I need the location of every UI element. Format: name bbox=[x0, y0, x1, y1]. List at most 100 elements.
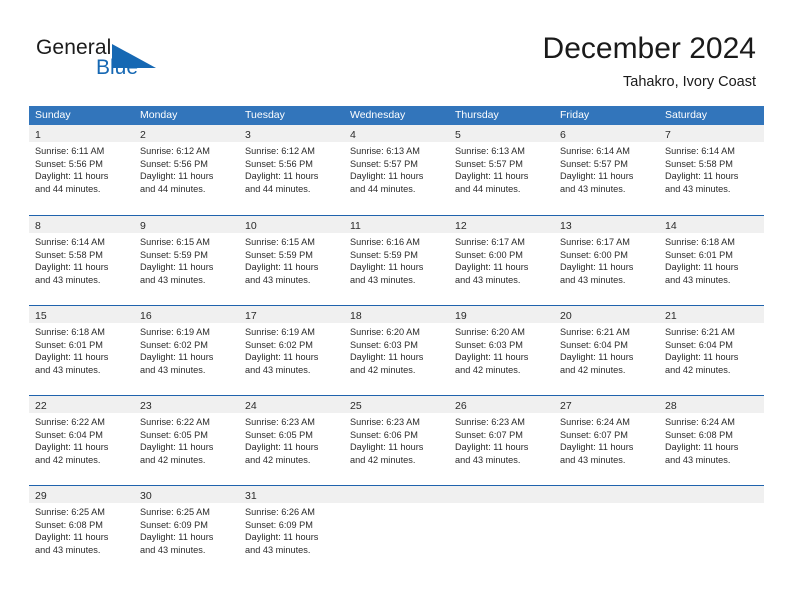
sunrise-time: Sunrise: 6:25 AM bbox=[35, 507, 105, 517]
daylight-duration-line1: Daylight: 11 hours bbox=[665, 352, 739, 363]
calendar-day-cell[interactable]: 5 Sunrise: 6:13 AM Sunset: 5:57 PM Daylight… bbox=[449, 125, 554, 215]
day-number-band: 26 bbox=[449, 396, 554, 413]
calendar-day-cell[interactable]: 24 Sunrise: 6:23 AM Sunset: 6:05 PM Dayligh… bbox=[239, 396, 344, 485]
day-sun-info: Sunrise: 6:22 AM Sunset: 6:05 PM Daylight:… bbox=[134, 413, 239, 466]
day-number-band: 20 bbox=[554, 306, 659, 323]
calendar-day-cell[interactable]: 8 Sunrise: 6:14 AM Sunset: 5:58 PM Daylight… bbox=[29, 216, 134, 305]
sunset-time: Sunset: 6:05 PM bbox=[140, 429, 208, 440]
calendar-day-cell[interactable]: 12 Sunrise: 6:17 AM Sunset: 6:00 PM Dayligh… bbox=[449, 216, 554, 305]
calendar-day-cell[interactable]: 23 Sunrise: 6:22 AM Sunset: 6:05 PM Dayligh… bbox=[134, 396, 239, 485]
day-sun-info: Sunrise: 6:14 AM Sunset: 5:57 PM Daylight:… bbox=[554, 142, 659, 195]
general-blue-logo[interactable]: General Blue bbox=[36, 36, 236, 88]
day-number-band: 2 bbox=[134, 125, 239, 142]
day-sun-info: Sunrise: 6:15 AM Sunset: 5:59 PM Daylight:… bbox=[134, 233, 239, 286]
day-number-band: 9 bbox=[134, 216, 239, 233]
sunrise-time: Sunrise: 6:12 AM bbox=[140, 146, 210, 156]
calendar-day-cell[interactable]: 27 Sunrise: 6:24 AM Sunset: 6:07 PM Dayligh… bbox=[554, 396, 659, 485]
sunset-time: Sunset: 6:03 PM bbox=[455, 339, 523, 350]
sunset-time: Sunset: 6:09 PM bbox=[140, 519, 208, 530]
calendar-day-cell[interactable]: 3 Sunrise: 6:12 AM Sunset: 5:56 PM Daylight… bbox=[239, 125, 344, 215]
sunset-time: Sunset: 6:02 PM bbox=[245, 339, 313, 350]
daylight-duration-line2: and 43 minutes. bbox=[245, 544, 311, 555]
page-title: December 2024 bbox=[542, 32, 756, 65]
day-number: 11 bbox=[350, 220, 361, 232]
calendar-day-cell[interactable]: 22 Sunrise: 6:22 AM Sunset: 6:04 PM Dayligh… bbox=[29, 396, 134, 485]
weekday-header-wednesday: Wednesday bbox=[350, 109, 406, 121]
day-number: 2 bbox=[140, 129, 146, 141]
day-sun-info: Sunrise: 6:21 AM Sunset: 6:04 PM Daylight:… bbox=[554, 323, 659, 376]
calendar-day-cell[interactable]: 15 Sunrise: 6:18 AM Sunset: 6:01 PM Dayligh… bbox=[29, 306, 134, 395]
calendar-day-cell[interactable]: 28 Sunrise: 6:24 AM Sunset: 6:08 PM Dayligh… bbox=[659, 396, 764, 485]
daylight-duration-line1: Daylight: 11 hours bbox=[665, 171, 739, 182]
daylight-duration-line1: Daylight: 11 hours bbox=[455, 442, 529, 453]
day-sun-info: Sunrise: 6:12 AM Sunset: 5:56 PM Daylight:… bbox=[239, 142, 344, 195]
sunset-time: Sunset: 5:58 PM bbox=[35, 249, 103, 260]
daylight-duration-line1: Daylight: 11 hours bbox=[350, 442, 424, 453]
calendar-page: General Blue December 2024 Tahakro, Ivor… bbox=[0, 0, 792, 612]
daylight-duration-line2: and 42 minutes. bbox=[665, 364, 731, 375]
sunrise-time: Sunrise: 6:17 AM bbox=[560, 237, 630, 247]
sunset-time: Sunset: 6:01 PM bbox=[35, 339, 103, 350]
sunrise-time: Sunrise: 6:13 AM bbox=[455, 146, 525, 156]
day-number-band: 13 bbox=[554, 216, 659, 233]
calendar-day-cell[interactable]: 7 Sunrise: 6:14 AM Sunset: 5:58 PM Daylight… bbox=[659, 125, 764, 215]
day-sun-info: Sunrise: 6:24 AM Sunset: 6:07 PM Daylight:… bbox=[554, 413, 659, 466]
calendar-day-cell[interactable]: 2 Sunrise: 6:12 AM Sunset: 5:56 PM Daylight… bbox=[134, 125, 239, 215]
sunrise-time: Sunrise: 6:26 AM bbox=[245, 507, 315, 517]
day-number-band: 10 bbox=[239, 216, 344, 233]
calendar-day-cell[interactable]: 19 Sunrise: 6:20 AM Sunset: 6:03 PM Dayligh… bbox=[449, 306, 554, 395]
calendar-day-cell[interactable]: 4 Sunrise: 6:13 AM Sunset: 5:57 PM Daylight… bbox=[344, 125, 449, 215]
calendar-day-cell[interactable]: 11 Sunrise: 6:16 AM Sunset: 5:59 PM Dayligh… bbox=[344, 216, 449, 305]
sunrise-time: Sunrise: 6:21 AM bbox=[560, 327, 630, 337]
calendar-day-cell[interactable]: 9 Sunrise: 6:15 AM Sunset: 5:59 PM Daylight… bbox=[134, 216, 239, 305]
daylight-duration-line1: Daylight: 11 hours bbox=[245, 442, 319, 453]
day-number-band bbox=[344, 486, 449, 503]
daylight-duration-line2: and 43 minutes. bbox=[245, 364, 311, 375]
sunrise-time: Sunrise: 6:18 AM bbox=[35, 327, 105, 337]
daylight-duration-line1: Daylight: 11 hours bbox=[245, 262, 319, 273]
calendar-day-cell[interactable]: 6 Sunrise: 6:14 AM Sunset: 5:57 PM Daylight… bbox=[554, 125, 659, 215]
day-number: 28 bbox=[665, 400, 677, 412]
calendar-day-cell[interactable]: 18 Sunrise: 6:20 AM Sunset: 6:03 PM Dayligh… bbox=[344, 306, 449, 395]
day-number-band: 29 bbox=[29, 486, 134, 503]
day-sun-info: Sunrise: 6:20 AM Sunset: 6:03 PM Daylight:… bbox=[449, 323, 554, 376]
day-number: 4 bbox=[350, 129, 356, 141]
sunset-time: Sunset: 5:57 PM bbox=[350, 158, 418, 169]
calendar-day-cell[interactable]: 16 Sunrise: 6:19 AM Sunset: 6:02 PM Dayligh… bbox=[134, 306, 239, 395]
daylight-duration-line2: and 42 minutes. bbox=[245, 454, 311, 465]
calendar-day-cell[interactable]: 21 Sunrise: 6:21 AM Sunset: 6:04 PM Dayligh… bbox=[659, 306, 764, 395]
day-sun-info: Sunrise: 6:15 AM Sunset: 5:59 PM Daylight:… bbox=[239, 233, 344, 286]
sunset-time: Sunset: 5:59 PM bbox=[245, 249, 313, 260]
day-number: 3 bbox=[245, 129, 251, 141]
day-number: 22 bbox=[35, 400, 47, 412]
calendar-day-cell[interactable]: 10 Sunrise: 6:15 AM Sunset: 5:59 PM Dayligh… bbox=[239, 216, 344, 305]
page-subtitle: Tahakro, Ivory Coast bbox=[623, 74, 756, 90]
weekday-header-thursday: Thursday bbox=[455, 109, 499, 121]
day-number-band: 8 bbox=[29, 216, 134, 233]
sunrise-time: Sunrise: 6:18 AM bbox=[665, 237, 735, 247]
calendar-day-cell[interactable]: 30 Sunrise: 6:25 AM Sunset: 6:09 PM Dayligh… bbox=[134, 486, 239, 575]
daylight-duration-line1: Daylight: 11 hours bbox=[350, 352, 424, 363]
sunrise-time: Sunrise: 6:15 AM bbox=[245, 237, 315, 247]
sunset-time: Sunset: 6:02 PM bbox=[140, 339, 208, 350]
calendar-day-cell[interactable]: 26 Sunrise: 6:23 AM Sunset: 6:07 PM Dayligh… bbox=[449, 396, 554, 485]
day-number: 26 bbox=[455, 400, 467, 412]
calendar-day-cell[interactable]: 31 Sunrise: 6:26 AM Sunset: 6:09 PM Dayligh… bbox=[239, 486, 344, 575]
calendar-day-cell[interactable]: 29 Sunrise: 6:25 AM Sunset: 6:08 PM Dayligh… bbox=[29, 486, 134, 575]
day-number-band: 6 bbox=[554, 125, 659, 142]
calendar-day-cell[interactable]: 14 Sunrise: 6:18 AM Sunset: 6:01 PM Dayligh… bbox=[659, 216, 764, 305]
day-sun-info: Sunrise: 6:17 AM Sunset: 6:00 PM Daylight:… bbox=[449, 233, 554, 286]
day-number: 27 bbox=[560, 400, 572, 412]
day-number-band: 12 bbox=[449, 216, 554, 233]
calendar-day-cell[interactable]: 13 Sunrise: 6:17 AM Sunset: 6:00 PM Dayligh… bbox=[554, 216, 659, 305]
calendar-day-cell[interactable]: 1 Sunrise: 6:11 AM Sunset: 5:56 PM Daylight… bbox=[29, 125, 134, 215]
calendar-day-cell[interactable]: 17 Sunrise: 6:19 AM Sunset: 6:02 PM Dayligh… bbox=[239, 306, 344, 395]
day-number-band: 30 bbox=[134, 486, 239, 503]
sunrise-time: Sunrise: 6:21 AM bbox=[665, 327, 735, 337]
sunset-time: Sunset: 5:56 PM bbox=[245, 158, 313, 169]
day-number: 18 bbox=[350, 310, 362, 322]
sunrise-time: Sunrise: 6:25 AM bbox=[140, 507, 210, 517]
calendar-day-cell[interactable]: 25 Sunrise: 6:23 AM Sunset: 6:06 PM Dayligh… bbox=[344, 396, 449, 485]
day-sun-info: Sunrise: 6:19 AM Sunset: 6:02 PM Daylight:… bbox=[239, 323, 344, 376]
calendar-day-cell[interactable]: 20 Sunrise: 6:21 AM Sunset: 6:04 PM Dayligh… bbox=[554, 306, 659, 395]
